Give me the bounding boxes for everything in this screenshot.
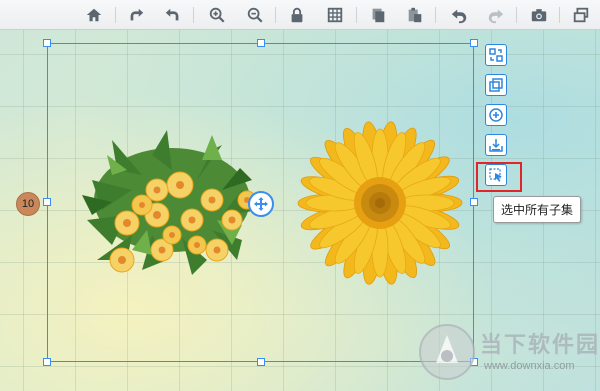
group-button[interactable] [485, 74, 507, 96]
save-button[interactable] [485, 134, 507, 156]
watermark-url: www.downxia.com [484, 360, 575, 372]
camera-icon[interactable] [527, 3, 551, 27]
watermark: 当下软件园 www.downxia.com [416, 321, 600, 391]
undo-icon[interactable] [447, 3, 471, 27]
paste-icon[interactable] [403, 3, 427, 27]
grid-icon[interactable] [323, 3, 347, 27]
resize-handle-right[interactable] [470, 198, 478, 206]
add-icon [489, 108, 503, 122]
watermark-title: 当下软件园 [480, 332, 600, 357]
copy-icon[interactable] [366, 3, 390, 27]
lock-icon[interactable] [285, 3, 309, 27]
resize-handle-top-left[interactable] [43, 39, 51, 47]
move-handle[interactable] [248, 191, 274, 217]
home-icon[interactable] [82, 3, 106, 27]
resize-handle-left[interactable] [43, 198, 51, 206]
zoom-out-icon[interactable] [243, 3, 267, 27]
top-toolbar [0, 0, 600, 30]
layer-number-badge[interactable]: 10 [16, 192, 40, 216]
resize-handle-bottom[interactable] [257, 358, 265, 366]
rotate-right-icon[interactable] [124, 3, 148, 27]
arrange-button[interactable] [485, 44, 507, 66]
save-icon [489, 139, 503, 152]
resize-handle-top-right[interactable] [470, 39, 478, 47]
resize-handle-top[interactable] [257, 39, 265, 47]
redo-icon[interactable] [484, 3, 508, 27]
design-canvas[interactable]: 10 选中所有子集 当下软件园 www.downxia.com [0, 30, 600, 391]
move-arrows-icon [254, 197, 268, 211]
zoom-in-icon[interactable] [205, 3, 229, 27]
tooltip: 选中所有子集 [493, 196, 582, 223]
resize-handle-bottom-left[interactable] [43, 358, 51, 366]
group-icon [489, 78, 503, 92]
watermark-logo-icon [419, 324, 475, 380]
active-button-highlight [476, 162, 522, 192]
rotate-left-icon[interactable] [161, 3, 185, 27]
arrange-icon [489, 48, 503, 62]
add-button[interactable] [485, 104, 507, 126]
window-icon[interactable] [569, 3, 593, 27]
